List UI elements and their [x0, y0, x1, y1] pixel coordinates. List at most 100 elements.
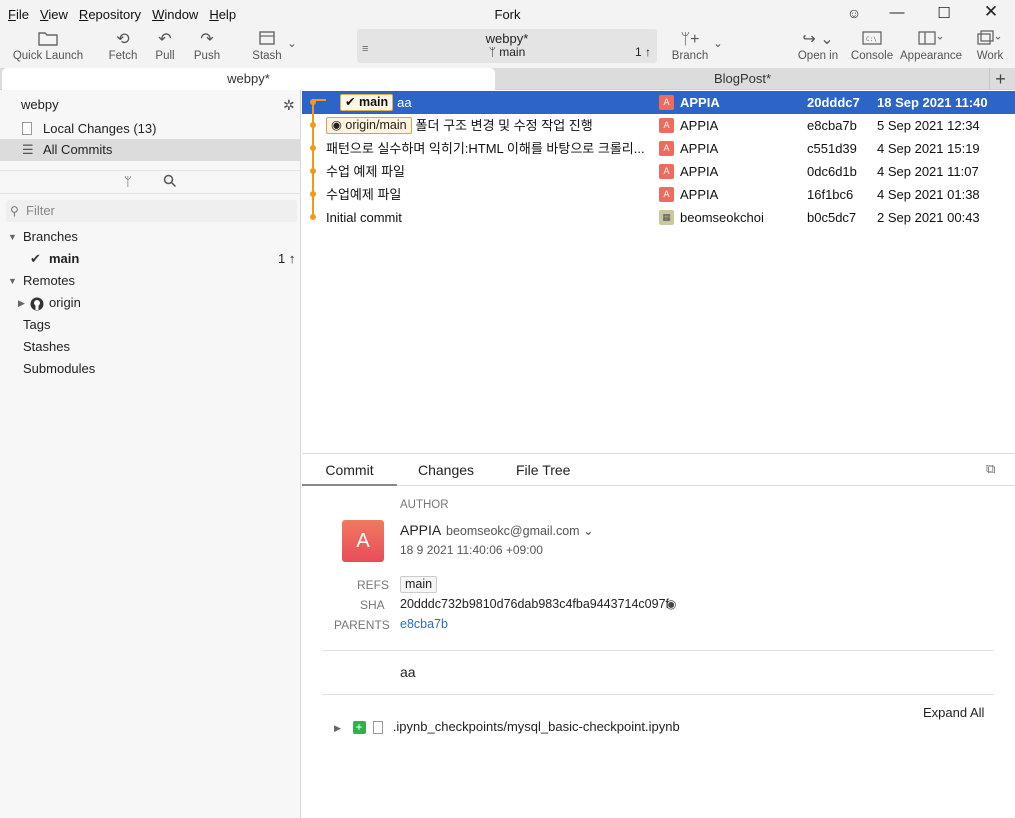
local-changes-icon: [22, 122, 32, 135]
quick-launch-button[interactable]: Quick Launch: [12, 30, 84, 62]
sidebar-item-tags[interactable]: Tags: [0, 314, 301, 336]
pull-button[interactable]: ↶ Pull: [148, 30, 182, 62]
branches-header[interactable]: ▼ Branches: [0, 226, 301, 248]
current-branch: ᛘ main: [488, 45, 526, 59]
collapse-triangle-icon: ▼: [8, 232, 17, 242]
sha-value: 20dddc732b9810d76dab983c4fba9443714c097f: [400, 597, 670, 611]
branch-icon: ᛘ: [488, 45, 500, 59]
commit-graph-node: [310, 122, 316, 128]
github-icon[interactable]: ◉: [666, 597, 676, 611]
commit-row[interactable]: ◉ origin/main 폴더 구조 변경 및 수정 작업 진행 A APPIA…: [302, 114, 1015, 137]
tab-commit[interactable]: Commit: [302, 462, 397, 486]
commit-graph-node: [310, 214, 316, 220]
repo-tabs: webpy* BlogPost* +: [0, 68, 1015, 90]
ref-badge-origin-main[interactable]: ◉ origin/main: [326, 117, 412, 135]
maximize-button[interactable]: ☐: [922, 4, 966, 22]
pull-icon: ↶: [158, 31, 172, 48]
expand-triangle-icon: ▶: [18, 298, 25, 308]
parent-link[interactable]: e8cba7b: [400, 617, 448, 631]
tab-file-tree[interactable]: File Tree: [516, 462, 570, 478]
console-button[interactable]: C:\ Console: [850, 30, 894, 62]
sidebar-repo: webpy ✲: [0, 94, 301, 116]
branch-dropdown-icon[interactable]: ⌄: [713, 36, 723, 50]
current-branch-box[interactable]: ≡ webpy* ᛘ main 1 ↑: [357, 29, 657, 63]
remotes-header[interactable]: ▼ Remotes: [0, 270, 301, 292]
stash-icon: [250, 30, 284, 50]
filter-search-icon: ⚲: [10, 204, 19, 218]
ref-badge-main[interactable]: ✔ main: [340, 94, 394, 112]
close-button[interactable]: ✕: [969, 2, 1013, 22]
open-in-icon: ↪ ⌄: [802, 31, 834, 48]
minimize-button[interactable]: —: [875, 4, 919, 21]
fetch-icon: ⟲: [116, 31, 130, 48]
sidebar: webpy ✲ Local Changes (13) ☰ All Commits…: [0, 90, 301, 818]
sidebar-item-stashes[interactable]: Stashes: [0, 336, 301, 358]
commit-graph-node: [310, 191, 316, 197]
stash-dropdown-icon[interactable]: ⌄: [287, 36, 297, 50]
appearance-icon: [900, 30, 962, 50]
tab-changes[interactable]: Changes: [418, 462, 474, 478]
search-icon[interactable]: [163, 174, 177, 191]
branch-button[interactable]: ᛘ+ Branch: [670, 30, 710, 62]
commit-row[interactable]: Initial commit ▦ beomseokchoi b0c5dc7 2 …: [302, 206, 1015, 229]
added-file-icon: +: [352, 721, 366, 735]
commit-row[interactable]: 수업예제 파일 A APPIA 16f1bc6 4 Sep 2021 01:38: [302, 183, 1015, 206]
github-icon: ◉: [331, 118, 342, 133]
divider: [322, 650, 994, 651]
file-icon: [373, 721, 384, 735]
commit-list: ✔ main aa A APPIA 20dddc7 18 Sep 2021 11:…: [302, 91, 1015, 454]
author-avatar: A: [659, 95, 674, 110]
divider: [322, 694, 994, 695]
changed-file-row[interactable]: ▶ + .ipynb_checkpoints/mysql_basic-check…: [334, 719, 680, 735]
author-name: APPIA: [400, 522, 442, 538]
add-tab-icon[interactable]: +: [989, 68, 1011, 90]
console-icon: C:\: [850, 30, 894, 50]
fetch-button[interactable]: ⟲ Fetch: [104, 30, 142, 62]
push-button[interactable]: ↷ Push: [190, 30, 224, 62]
tab-webpy[interactable]: webpy*: [2, 68, 495, 90]
tab-blogpost[interactable]: BlogPost*: [495, 68, 990, 90]
work-button[interactable]: Work: [972, 30, 1008, 62]
chevron-down-icon: ⌄: [583, 524, 594, 538]
stash-button[interactable]: Stash: [250, 30, 284, 62]
author-avatar: A: [659, 141, 674, 156]
open-in-button[interactable]: ↪ ⌄ Open in: [796, 30, 840, 62]
sidebar-item-local-changes[interactable]: Local Changes (13): [0, 118, 301, 140]
branch-item-main[interactable]: ✔ main 1 ↑: [0, 248, 301, 270]
toolbar: Quick Launch ⟲ Fetch ↶ Pull ↷ Push Stash…: [0, 28, 1015, 68]
appearance-button[interactable]: Appearance: [900, 30, 962, 62]
sidebar-tools: ᛘ: [0, 170, 301, 194]
sidebar-item-all-commits[interactable]: ☰ All Commits: [0, 139, 301, 161]
commits-list-icon: ☰: [22, 142, 34, 157]
title-bar: File View Repository Window Help Fork ☺ …: [0, 0, 1015, 28]
smiley-icon[interactable]: ☺: [832, 5, 876, 21]
refs-badge[interactable]: main: [400, 576, 438, 593]
author-avatar: A: [659, 164, 674, 179]
commit-graph-node: [310, 145, 316, 151]
commit-graph-node: [310, 168, 316, 174]
detail-tabs: Commit Changes File Tree ⧉: [302, 455, 1015, 486]
settings-gear-icon[interactable]: ✲: [283, 94, 295, 116]
ahead-count: 1 ↑: [634, 45, 651, 59]
author-avatar: A: [659, 118, 674, 133]
branch-filter-icon[interactable]: ᛘ: [124, 174, 132, 189]
collapse-triangle-icon: ▼: [8, 276, 17, 286]
remote-item-origin[interactable]: ▶ origin: [0, 292, 301, 314]
commit-detail: Commit Changes File Tree ⧉ AUTHOR A APPI…: [302, 455, 1015, 818]
commit-row[interactable]: 수업 예제 파일 A APPIA 0dc6d1b 4 Sep 2021 11:0…: [302, 160, 1015, 183]
author-date: 18 9 2021 11:40:06 +09:00: [400, 543, 543, 557]
sidebar-item-submodules[interactable]: Submodules: [0, 358, 301, 380]
external-link-icon[interactable]: ⧉: [986, 461, 995, 477]
author-email[interactable]: beomseokc@gmail.com ⌄: [446, 523, 594, 538]
author-avatar: A: [659, 187, 674, 202]
expand-all-button[interactable]: Expand All: [923, 705, 984, 720]
filter-input[interactable]: ⚲ Filter: [6, 200, 297, 222]
work-icon: [972, 30, 1008, 50]
repo-name: webpy*: [485, 31, 529, 46]
checkmark-icon: ✔: [30, 251, 41, 266]
branch-add-icon: ᛘ+: [680, 31, 700, 48]
commit-row[interactable]: 패턴으로 실수하며 익히기:HTML 이해를 바탕으로 크롤리... A APP…: [302, 137, 1015, 160]
commit-row[interactable]: ✔ main aa A APPIA 20dddc7 18 Sep 2021 11:…: [302, 91, 1015, 114]
author-avatar-identicon: ▦: [659, 210, 674, 225]
commit-message: aa: [400, 664, 416, 680]
